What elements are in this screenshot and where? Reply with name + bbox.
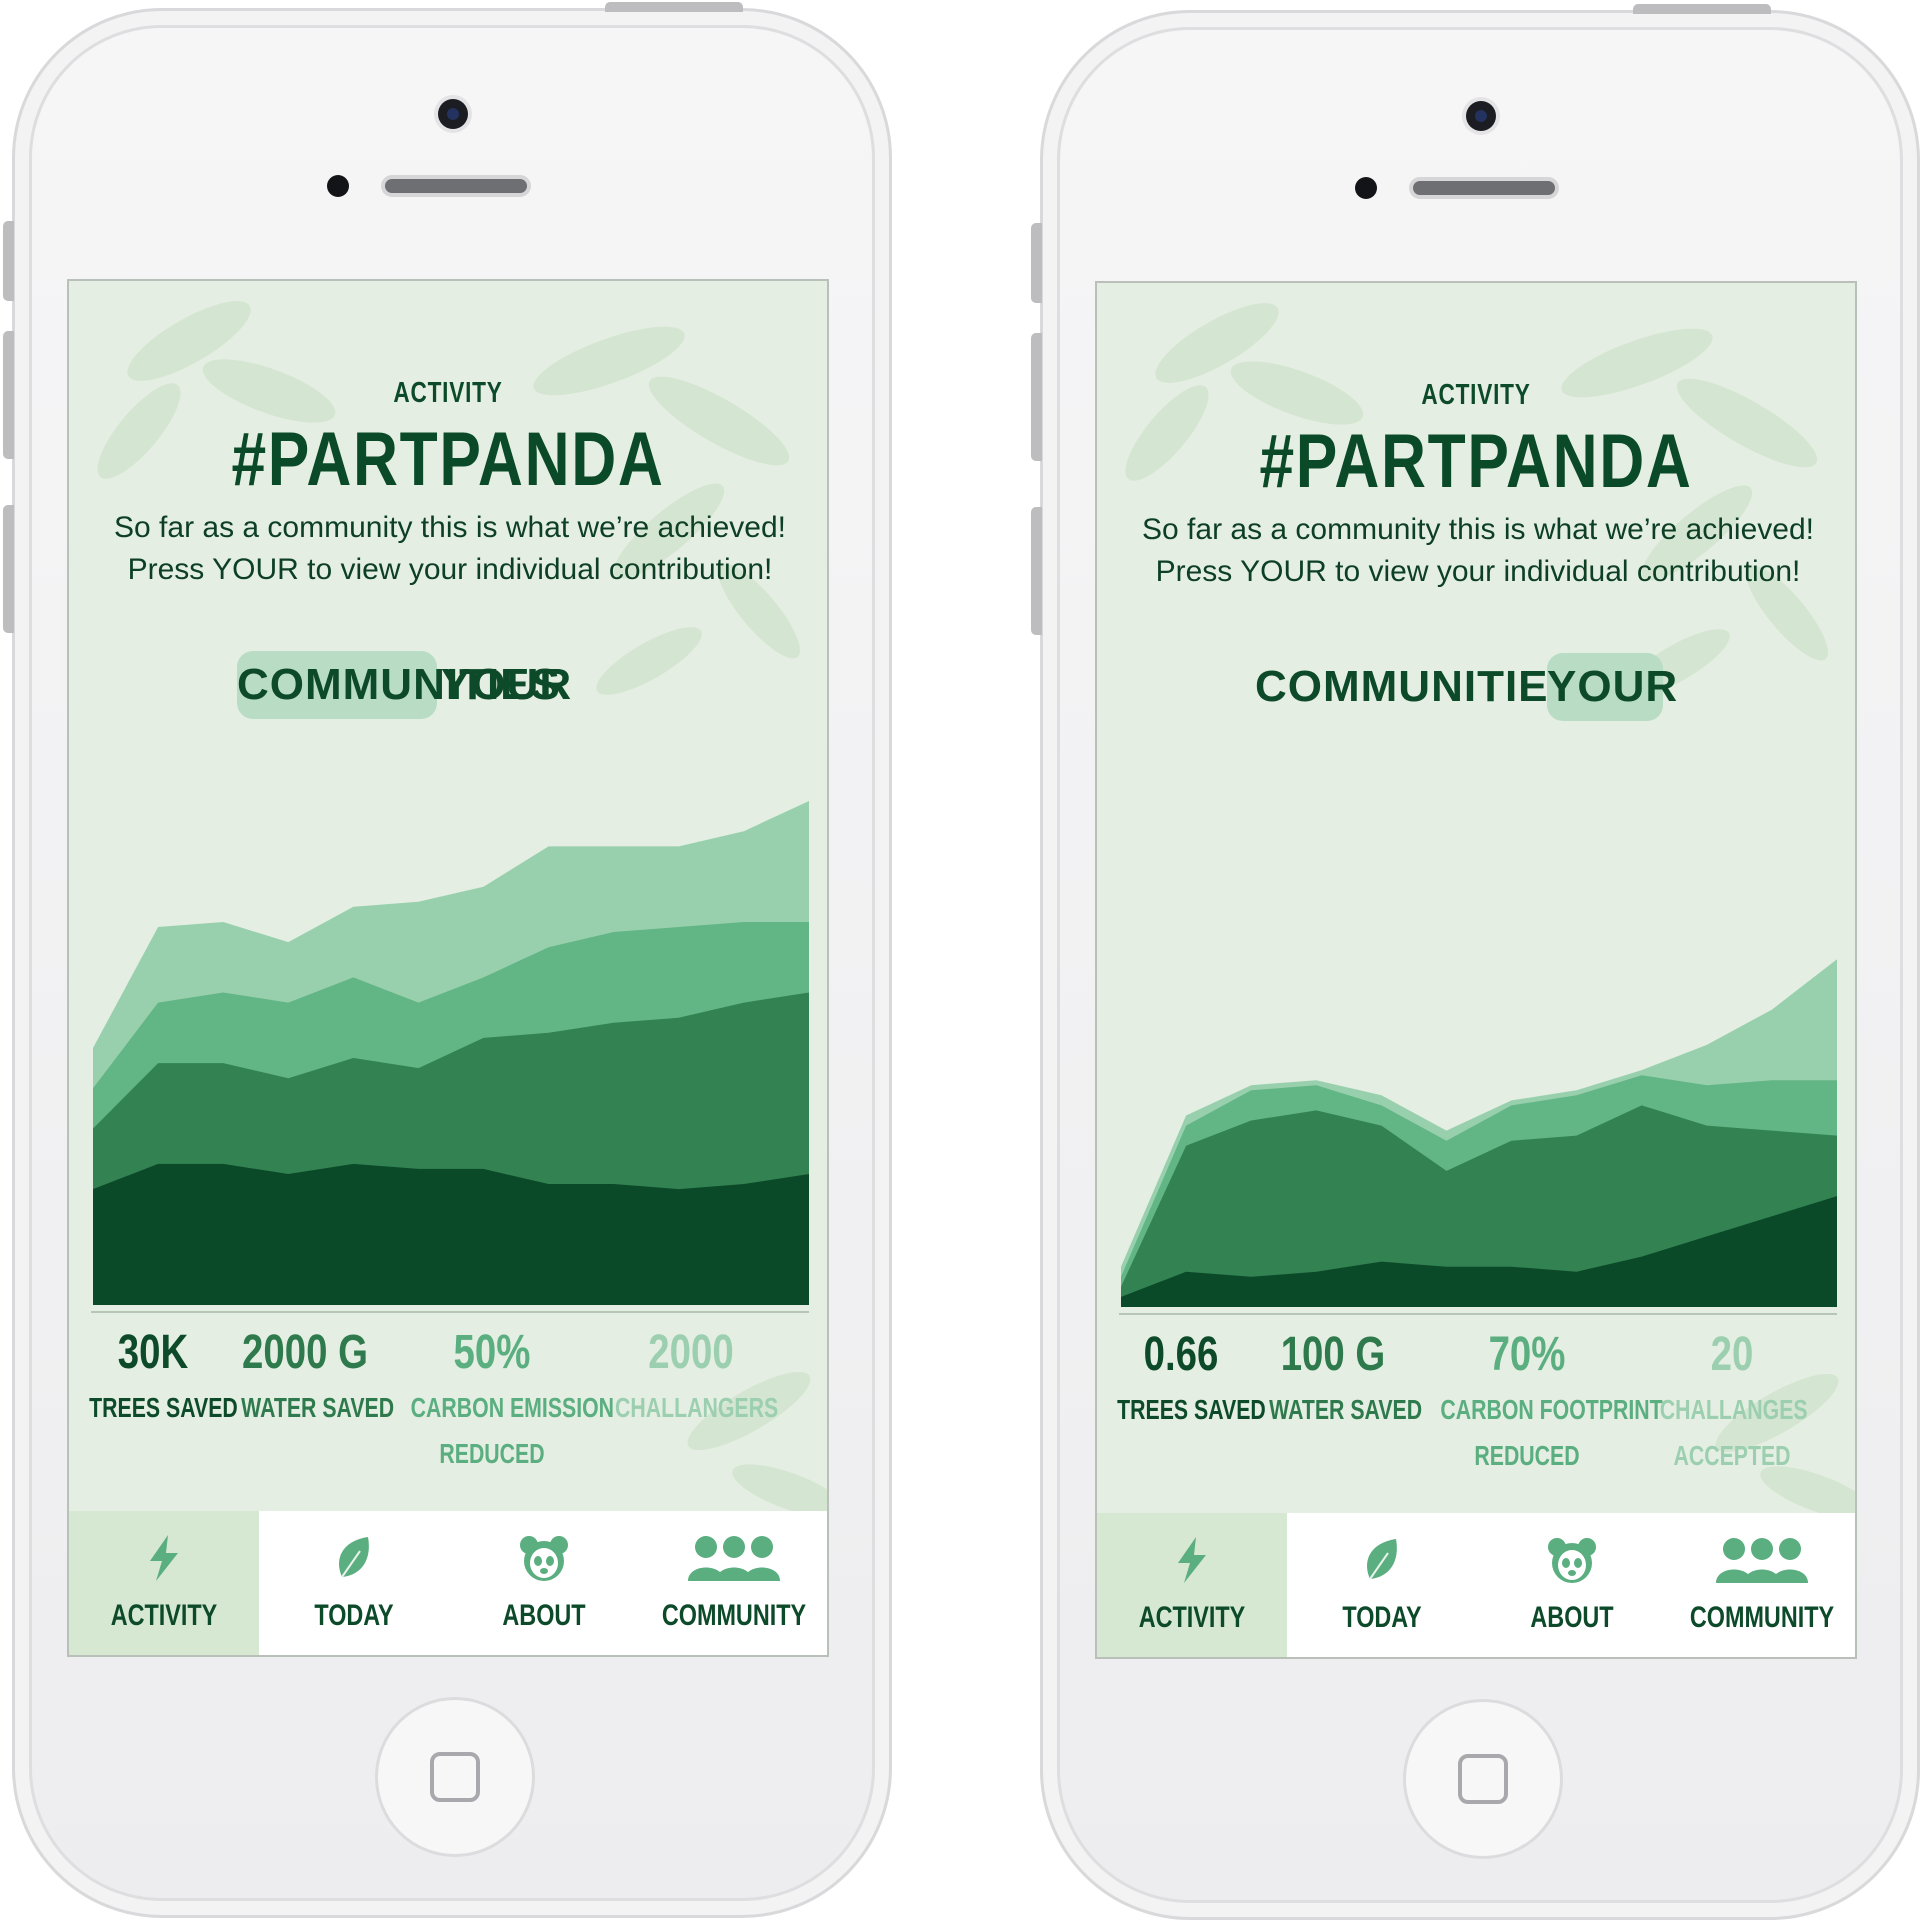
volume-down-button [3,505,14,633]
impact-area-chart [93,801,809,1305]
intro-line-1: So far as a community this is what we’re… [1142,513,1814,546]
volume-up-button [1031,333,1042,461]
mute-switch [3,221,14,301]
nav-label: ABOUT [1530,1601,1614,1634]
home-button[interactable] [1403,1699,1563,1859]
nav-about[interactable]: ABOUT [1477,1513,1667,1657]
stat-value: 100 G [1280,1328,1386,1381]
intro-line-2: Press YOUR to view your individual contr… [1155,555,1801,588]
intro-line-2: Press YOUR to view your individual contr… [127,553,773,586]
panda-icon [1548,1538,1596,1583]
chart-baseline [91,1311,809,1313]
proximity-sensor [1355,177,1377,199]
phone-frame-right: ACTIVITY #PARTPANDA So far as a communit… [1031,4,1920,1920]
section-label: ACTIVITY [1421,379,1531,411]
leaf-icon [339,1537,369,1578]
power-button [1633,4,1771,14]
stat-label-2: ACCEPTED [1673,1440,1791,1471]
front-camera [438,99,468,129]
stat-label: CHALLANGES [1659,1394,1808,1425]
people-icon [1716,1538,1808,1583]
bottom-nav: ACTIVITY TODAY ABOUT COMMUNITY [1097,1513,1855,1657]
stat-carbon: 70% CARBON FOOTPRINT REDUCED [1413,1323,1663,1479]
stat-value: 20 [1710,1328,1754,1381]
volume-up-button [3,331,14,459]
intro-text: So far as a community this is what we’re… [79,507,821,591]
leaf-icon [1367,1539,1397,1580]
stat-value: 30K [117,1326,189,1379]
tab-your[interactable]: YOUR [1547,653,1677,721]
stat-value: 70% [1488,1328,1566,1381]
stat-label: CARBON EMISSION [410,1392,615,1423]
stat-challenges: 20 CHALLANGES ACCEPTED [1637,1323,1827,1479]
stat-water-saved: 100 G WATER SAVED [1249,1323,1423,1433]
intro-line-1: So far as a community this is what we’re… [114,511,786,544]
stat-value: 2000 G [242,1326,368,1379]
front-camera [1466,101,1496,131]
stat-value: 2000 [648,1326,734,1379]
nav-label: COMMUNITY [1689,1601,1835,1634]
nav-activity[interactable]: ACTIVITY [69,1511,259,1655]
panda-icon [520,1536,568,1581]
nav-community[interactable]: COMMUNITY [639,1511,827,1655]
home-button[interactable] [375,1697,535,1857]
stat-label-2: REDUCED [1474,1440,1580,1471]
proximity-sensor [327,175,349,197]
app-screen-communities: ACTIVITY #PARTPANDA So far as a communit… [67,279,829,1657]
section-label: ACTIVITY [393,377,503,409]
nav-label: ACTIVITY [110,1599,218,1632]
lightning-icon [150,1535,178,1581]
stat-label: CHALLANGERS [615,1392,779,1423]
people-icon [688,1536,780,1581]
stat-water-saved: 2000 G WATER SAVED [221,1321,395,1431]
phone-frame-left: ACTIVITY #PARTPANDA So far as a communit… [3,2,892,1918]
nav-label: ACTIVITY [1138,1601,1246,1634]
stat-trees-saved: 0.66 TREES SAVED [1097,1323,1266,1433]
stat-carbon: 50% CARBON EMISSION REDUCED [385,1321,615,1477]
tab-communities[interactable]: COMMUNITIES [237,651,560,719]
nav-today[interactable]: TODAY [1287,1513,1477,1657]
nav-label: COMMUNITY [661,1599,807,1632]
lightning-icon [1178,1537,1206,1583]
nav-activity[interactable]: ACTIVITY [1097,1513,1287,1657]
stat-value: 50% [453,1326,531,1379]
tab-communities[interactable]: COMMUNITIES [1255,653,1578,721]
stat-trees-saved: 30K TREES SAVED [69,1321,238,1431]
mute-switch [1031,223,1042,303]
tab-your[interactable]: YOUR [441,651,571,719]
earpiece-speaker [1409,177,1559,199]
stat-label: WATER SAVED [241,1392,395,1423]
stat-label: TREES SAVED [1117,1394,1266,1425]
nav-label: ABOUT [502,1599,586,1632]
bottom-nav: ACTIVITY TODAY ABOUT COMMUNITY [69,1511,827,1655]
stat-label: WATER SAVED [1269,1394,1423,1425]
nav-community[interactable]: COMMUNITY [1667,1513,1855,1657]
stat-label-2: REDUCED [439,1438,545,1469]
stat-value: 0.66 [1143,1328,1219,1381]
nav-label: TODAY [1342,1601,1422,1634]
nav-label: TODAY [314,1599,394,1632]
page-title: #PARTPANDA [231,417,665,502]
stat-label: CARBON FOOTPRINT [1440,1394,1663,1425]
app-screen-your: ACTIVITY #PARTPANDA So far as a communit… [1095,281,1857,1659]
view-toggle: COMMUNITIES YOUR [1097,653,1855,723]
earpiece-speaker [381,175,531,197]
stat-label: TREES SAVED [89,1392,238,1423]
volume-down-button [1031,507,1042,635]
view-toggle: COMMUNITIES YOUR [69,651,827,721]
stat-challengers: 2000 CHALLANGERS [591,1321,791,1431]
nav-about[interactable]: ABOUT [449,1511,639,1655]
page-title: #PARTPANDA [1259,419,1693,504]
power-button [605,2,743,12]
nav-today[interactable]: TODAY [259,1511,449,1655]
chart-baseline [1119,1313,1837,1315]
intro-text: So far as a community this is what we’re… [1107,509,1849,593]
impact-area-chart [1121,959,1837,1307]
